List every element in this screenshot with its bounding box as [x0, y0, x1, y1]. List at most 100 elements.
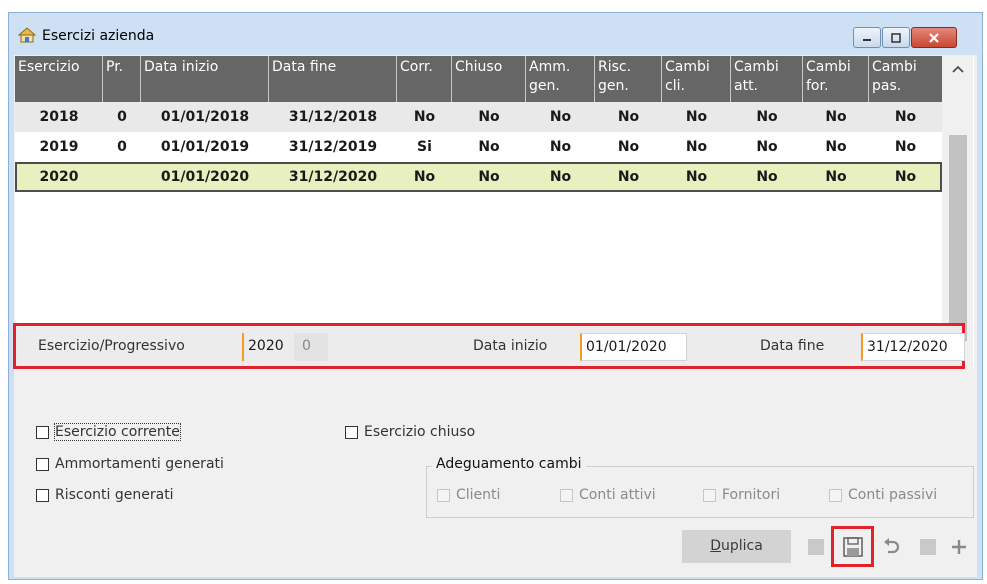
ammortamenti-checkbox[interactable]: Ammortamenti generati	[36, 456, 224, 472]
checkbox-box[interactable]	[36, 457, 49, 471]
conti-attivi-checkbox[interactable]: Conti attivi	[560, 487, 656, 503]
checkbox-box[interactable]	[437, 488, 450, 502]
adeguamento-cambi-title: Adeguamento cambi	[432, 456, 586, 472]
scroll-up-button[interactable]	[942, 58, 973, 80]
table-cell: No	[478, 109, 500, 125]
data-inizio-label: Data inizio	[473, 338, 548, 354]
minimize-button[interactable]	[853, 27, 881, 48]
table-cell: 2018	[39, 109, 79, 125]
column-header[interactable]: Data fine	[269, 56, 397, 102]
duplica-button[interactable]: Duplica	[682, 530, 791, 563]
add-button[interactable]	[948, 536, 970, 558]
table-cell: No	[617, 169, 640, 185]
esercizio-corrente-checkbox[interactable]: Esercizio corrente	[36, 423, 181, 441]
ammortamenti-label: Ammortamenti generati	[55, 456, 224, 472]
table-cell: No	[894, 169, 917, 185]
esercizio-field[interactable]: 2020	[242, 333, 292, 361]
maximize-button[interactable]	[882, 27, 910, 48]
fornitori-checkbox[interactable]: Fornitori	[703, 487, 780, 503]
save-highlight	[831, 526, 874, 567]
esercizio-corrente-label: Esercizio corrente	[54, 423, 181, 441]
column-header[interactable]: Cambi att.	[731, 56, 803, 102]
table-cell: No	[825, 139, 847, 155]
checkbox-box[interactable]	[345, 425, 358, 439]
checkbox-box[interactable]	[829, 488, 842, 502]
table-cell: No	[685, 139, 708, 155]
table-cell: No	[549, 109, 572, 125]
title-bar[interactable]: Esercizi azienda	[9, 13, 982, 55]
table-cell: No	[756, 109, 778, 125]
checkbox-box[interactable]	[36, 425, 49, 439]
progressivo-field: 0	[294, 333, 328, 361]
table-cell: 01/01/2019	[160, 139, 250, 155]
table-cell: No	[617, 139, 640, 155]
esercizio-chiuso-checkbox[interactable]: Esercizio chiuso	[345, 424, 475, 440]
table-cell: No	[478, 139, 500, 155]
close-button[interactable]	[911, 27, 957, 48]
duplica-label: uplica	[720, 538, 763, 554]
table-cell: No	[685, 169, 708, 185]
table-cell: 01/01/2020	[160, 169, 250, 185]
table-cell: No	[825, 169, 847, 185]
table-cell: 31/12/2018	[288, 109, 378, 125]
edit-fields-band: Esercizio/Progressivo 2020 0 Data inizio…	[13, 323, 965, 369]
grid-header: Esercizio Pr. Data inizio Data fine Corr…	[15, 56, 942, 102]
conti-passivi-checkbox[interactable]: Conti passivi	[829, 487, 937, 503]
table-cell: No	[617, 109, 640, 125]
undo-icon	[884, 538, 900, 554]
window-title: Esercizi azienda	[42, 28, 155, 44]
checkbox-box[interactable]	[560, 488, 573, 502]
column-header[interactable]: Pr.	[103, 56, 141, 102]
clienti-checkbox[interactable]: Clienti	[437, 487, 500, 503]
minimize-icon	[863, 38, 871, 41]
data-inizio-field[interactable]: 01/01/2020	[580, 333, 687, 361]
table-cell: No	[478, 169, 500, 185]
table-cell: No	[756, 139, 778, 155]
column-header[interactable]: Cambi pas.	[869, 56, 942, 102]
scroll-thumb[interactable]	[949, 135, 967, 341]
esercizio-progressivo-label: Esercizio/Progressivo	[38, 338, 185, 354]
checkbox-box[interactable]	[36, 488, 49, 502]
column-header[interactable]: Chiuso	[452, 56, 526, 102]
table-cell: 0	[117, 139, 127, 155]
checkbox-box[interactable]	[703, 488, 716, 502]
risconti-label: Risconti generati	[55, 487, 174, 503]
table-cell: No	[825, 109, 847, 125]
column-header[interactable]: Corr.	[397, 56, 452, 102]
table-cell: No	[549, 139, 572, 155]
table-cell: 2020	[39, 169, 79, 185]
column-header[interactable]: Amm. gen.	[526, 56, 595, 102]
close-icon	[929, 32, 939, 43]
table-cell: No	[894, 109, 917, 125]
table-cell	[103, 162, 141, 192]
table-cell: 0	[117, 109, 127, 125]
table-cell: No	[413, 169, 436, 185]
column-header[interactable]: Risc. gen.	[595, 56, 662, 102]
data-fine-field[interactable]: 31/12/2020	[861, 333, 965, 361]
risconti-checkbox[interactable]: Risconti generati	[36, 487, 174, 503]
maximize-icon	[891, 32, 901, 43]
table-cell: No	[549, 169, 572, 185]
table-row[interactable]: 2019 0 01/01/2019 31/12/2019 Si No No No No No No N…	[15, 132, 942, 162]
conti-attivi-label: Conti attivi	[579, 487, 656, 503]
column-header[interactable]: Esercizio	[15, 56, 103, 102]
disabled-toolbar-button	[808, 539, 824, 555]
window-icon	[18, 27, 36, 43]
column-header[interactable]: Cambi cli.	[662, 56, 731, 102]
undo-button[interactable]	[880, 536, 902, 558]
table-cell: No	[413, 109, 436, 125]
table-cell: 31/12/2019	[288, 139, 378, 155]
duplica-mnemonic: D	[710, 538, 721, 554]
table-row[interactable]: 2018 0 01/01/2018 31/12/2018 No No No No No No No N…	[15, 102, 942, 132]
clienti-label: Clienti	[456, 487, 501, 503]
table-cell: Si	[417, 139, 432, 155]
column-header[interactable]: Data inizio	[141, 56, 269, 102]
grid-body: 2018 0 01/01/2018 31/12/2018 No No No No No No No N…	[15, 102, 942, 192]
table-cell: No	[894, 139, 917, 155]
column-header[interactable]: Cambi for.	[803, 56, 869, 102]
table-cell: 2019	[39, 139, 79, 155]
table-cell: 31/12/2020	[288, 169, 378, 185]
table-cell: No	[685, 109, 708, 125]
scroll-up-icon	[951, 65, 964, 73]
table-row[interactable]: 2020 01/01/2020 31/12/2020 No No No No No No No No	[15, 162, 942, 192]
